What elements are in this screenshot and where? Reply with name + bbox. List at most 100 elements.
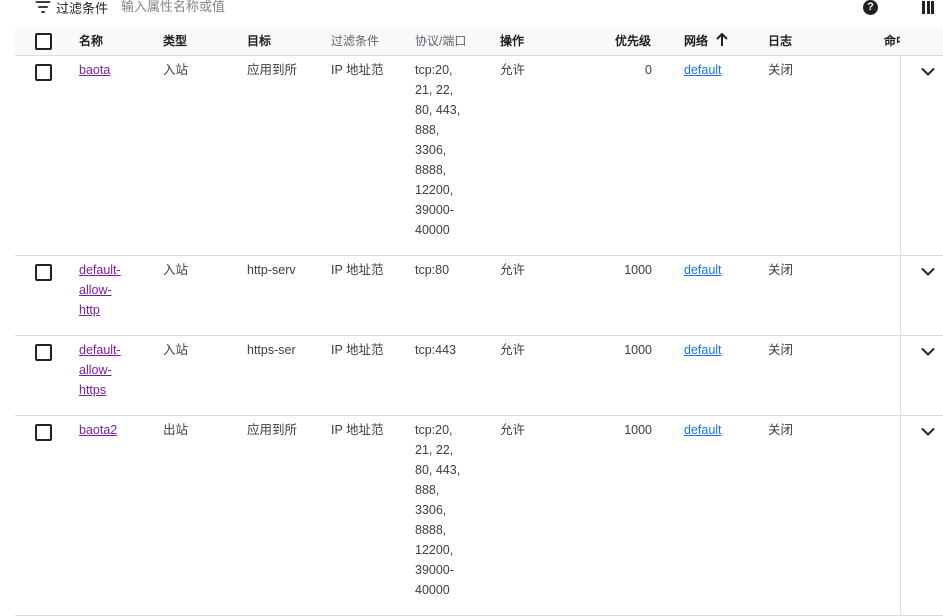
row-checkbox[interactable] bbox=[35, 344, 52, 361]
network-link[interactable]: default bbox=[684, 260, 722, 280]
column-header-protocol[interactable]: 协议/端口 bbox=[415, 31, 466, 51]
rule-target: https-ser bbox=[247, 343, 296, 357]
help-icon[interactable]: ? bbox=[863, 0, 878, 15]
protocol-line: 80, 443, bbox=[415, 103, 461, 117]
table-row: baota2 出站 应用到所 IP 地址范 允许 关闭 tcp:20, 21, 22, 80, … bbox=[15, 416, 943, 616]
network-link-text[interactable]: default bbox=[684, 263, 722, 277]
rule-name-text[interactable]: allow- bbox=[79, 283, 112, 297]
rule-action: 允许 bbox=[500, 263, 526, 277]
row-expand-cell bbox=[900, 256, 943, 335]
rule-target: 应用到所 bbox=[247, 423, 298, 437]
rule-name-text[interactable]: baota2 bbox=[79, 423, 117, 437]
row-checkbox[interactable] bbox=[35, 264, 52, 281]
column-header-name[interactable]: 名称 bbox=[79, 31, 103, 51]
filter-list-icon[interactable] bbox=[35, 1, 50, 13]
rule-target: http-serv bbox=[247, 263, 296, 277]
rule-name-text[interactable]: baota bbox=[79, 63, 110, 77]
table-row: default-allow-http 入站 http-serv IP 地址范 允许 关闭 t… bbox=[15, 256, 943, 336]
arrow-upward-icon[interactable] bbox=[715, 32, 729, 52]
rule-log: 关闭 bbox=[768, 343, 794, 357]
network-link-text[interactable]: default bbox=[684, 343, 722, 357]
table-header: 名称 类型 目标 过滤条件 协议/端口 操作 优先级 网络 日志 命中 bbox=[15, 27, 943, 56]
rule-name-text[interactable]: default- bbox=[79, 343, 121, 357]
protocol-line: 8888, bbox=[415, 163, 447, 177]
rule-name-text[interactable]: default- bbox=[79, 263, 121, 277]
protocol-line: tcp:20, bbox=[415, 423, 453, 437]
rule-filter: IP 地址范 bbox=[331, 423, 383, 437]
row-expand-cell bbox=[900, 416, 943, 615]
rule-protocol: tcp:80 bbox=[415, 260, 449, 280]
select-all-checkbox[interactable] bbox=[35, 33, 52, 50]
protocol-line: 21, 22, bbox=[415, 443, 454, 457]
rule-log: 关闭 bbox=[768, 263, 794, 277]
table-row: baota 入站 应用到所 IP 地址范 允许 关闭 tcp:20, 21, 22, 80, 4… bbox=[15, 56, 943, 256]
filter-label[interactable]: 过滤条件 bbox=[56, 0, 108, 17]
rule-name-link[interactable]: default-allow-http bbox=[79, 260, 149, 320]
protocol-line: 12200, bbox=[415, 183, 454, 197]
protocol-line: 3306, bbox=[415, 143, 447, 157]
protocol-line: 40000 bbox=[415, 583, 450, 597]
column-header-target[interactable]: 目标 bbox=[247, 31, 271, 51]
protocol-line: 888, bbox=[415, 123, 440, 137]
network-link-text[interactable]: default bbox=[684, 423, 722, 437]
protocol-line: 12200, bbox=[415, 543, 454, 557]
rule-filter: IP 地址范 bbox=[331, 63, 383, 77]
column-header-network[interactable]: 网络 bbox=[684, 31, 708, 51]
rule-name-text[interactable]: http bbox=[79, 303, 100, 317]
rule-log: 关闭 bbox=[768, 423, 794, 437]
rule-type: 入站 bbox=[163, 63, 189, 77]
rule-priority: 1000 bbox=[624, 263, 652, 277]
protocol-line: 8888, bbox=[415, 523, 447, 537]
chevron-down-icon[interactable] bbox=[921, 424, 935, 442]
table-row: default-allow-https 入站 https-ser IP 地址范 允许 关闭… bbox=[15, 336, 943, 416]
row-expand-cell bbox=[900, 336, 943, 415]
rule-filter: IP 地址范 bbox=[331, 263, 383, 277]
protocol-line: tcp:80 bbox=[415, 263, 450, 277]
rule-priority: 1000 bbox=[624, 423, 652, 437]
column-header-hit[interactable]: 命中 bbox=[884, 31, 900, 51]
column-header-type[interactable]: 类型 bbox=[163, 31, 187, 51]
table-body: baota 入站 应用到所 IP 地址范 允许 关闭 tcp:20, 21, 22, 80, 4… bbox=[15, 56, 943, 616]
rule-name-link[interactable]: baota bbox=[79, 60, 149, 80]
network-link-text[interactable]: default bbox=[684, 63, 722, 77]
protocol-line: 888, bbox=[415, 483, 440, 497]
rule-action: 允许 bbox=[500, 63, 526, 77]
chevron-down-icon[interactable] bbox=[921, 344, 935, 362]
rule-type: 出站 bbox=[163, 423, 189, 437]
protocol-line: 39000- bbox=[415, 203, 454, 217]
column-display-icon[interactable] bbox=[922, 1, 934, 14]
rule-priority: 1000 bbox=[624, 343, 652, 357]
network-link[interactable]: default bbox=[684, 60, 722, 80]
protocol-line: 21, 22, bbox=[415, 83, 454, 97]
column-header-action[interactable]: 操作 bbox=[500, 31, 524, 51]
protocol-line: tcp:443 bbox=[415, 343, 457, 357]
network-link[interactable]: default bbox=[684, 340, 722, 360]
protocol-line: 40000 bbox=[415, 223, 450, 237]
rule-target: 应用到所 bbox=[247, 63, 298, 77]
rule-action: 允许 bbox=[500, 343, 526, 357]
protocol-line: 80, 443, bbox=[415, 463, 461, 477]
chevron-down-icon[interactable] bbox=[921, 64, 935, 82]
row-checkbox[interactable] bbox=[35, 424, 52, 441]
rule-name-text[interactable]: allow- bbox=[79, 363, 112, 377]
filter-toolbar: 过滤条件 ? bbox=[0, 0, 943, 26]
row-expand-cell bbox=[900, 56, 943, 255]
column-header-priority[interactable]: 优先级 bbox=[615, 31, 651, 51]
network-link[interactable]: default bbox=[684, 420, 722, 440]
protocol-line: 3306, bbox=[415, 503, 447, 517]
rule-name-link[interactable]: baota2 bbox=[79, 420, 149, 440]
column-header-log[interactable]: 日志 bbox=[768, 31, 792, 51]
rule-priority: 0 bbox=[645, 63, 652, 77]
rule-name-text[interactable]: https bbox=[79, 383, 106, 397]
firewall-rules-table: 名称 类型 目标 过滤条件 协议/端口 操作 优先级 网络 日志 命中 baot… bbox=[15, 27, 943, 616]
rule-protocol: tcp:20, 21, 22, 80, 443, 888, 3306, 8888, 1220… bbox=[415, 420, 460, 600]
filter-input[interactable] bbox=[121, 0, 621, 15]
column-header-filter[interactable]: 过滤条件 bbox=[331, 31, 379, 51]
protocol-line: 39000- bbox=[415, 563, 454, 577]
chevron-down-icon[interactable] bbox=[921, 264, 935, 282]
rule-log: 关闭 bbox=[768, 63, 794, 77]
rule-type: 入站 bbox=[163, 343, 189, 357]
protocol-line: tcp:20, bbox=[415, 63, 453, 77]
rule-name-link[interactable]: default-allow-https bbox=[79, 340, 149, 400]
row-checkbox[interactable] bbox=[35, 64, 52, 81]
